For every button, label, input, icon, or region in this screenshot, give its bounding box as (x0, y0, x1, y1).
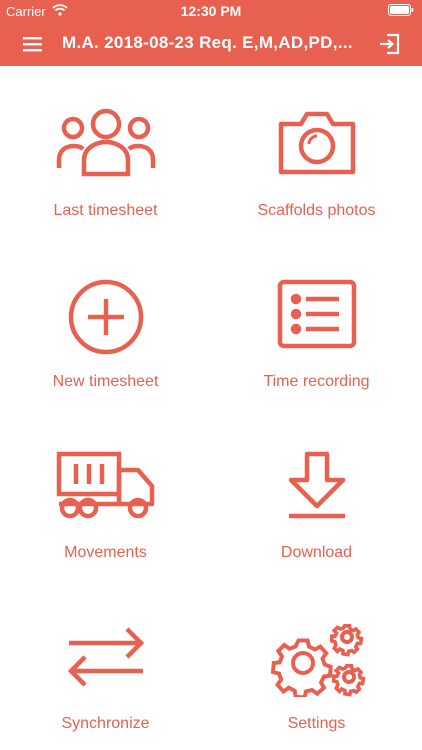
menu-label: Settings (287, 715, 346, 732)
menu-tile-last-timesheet[interactable]: Last timesheet (0, 66, 211, 237)
users-group-icon (56, 108, 156, 178)
menu-label: New timesheet (52, 373, 159, 390)
menu-label: Scaffolds photos (257, 202, 376, 219)
top-bar: Carrier 12:30 PM M.A. 2018-08-23 Req. E,… (0, 0, 422, 66)
page-title: M.A. 2018-08-23 Req. E,M,AD,PD,... (62, 33, 353, 52)
menu-tile-download[interactable]: Download (211, 408, 422, 579)
list-icon (277, 279, 357, 349)
menu-tile-synchronize[interactable]: Synchronize (0, 579, 211, 750)
menu-label: Time recording (263, 373, 370, 390)
camera-icon (277, 108, 357, 176)
navigation-bar: M.A. 2018-08-23 Req. E,M,AD,PD,... (0, 22, 422, 66)
logout-icon[interactable] (378, 33, 400, 55)
menu-tile-movements[interactable]: Movements (0, 408, 211, 579)
menu-tile-new-timesheet[interactable]: New timesheet (0, 237, 211, 408)
hamburger-menu-icon[interactable] (22, 34, 44, 54)
menu-label: Synchronize (61, 715, 150, 732)
gears-icon (267, 621, 367, 697)
status-bar: Carrier 12:30 PM (0, 0, 422, 22)
menu-tile-time-recording[interactable]: Time recording (211, 237, 422, 408)
plus-circle-icon (66, 279, 146, 355)
battery-icon (388, 4, 414, 16)
download-icon (285, 450, 349, 520)
menu-tile-scaffolds-photos[interactable]: Scaffolds photos (211, 66, 422, 237)
menu-label: Download (280, 544, 353, 561)
status-time: 12:30 PM (180, 3, 242, 19)
menu-label: Last timesheet (53, 202, 158, 219)
menu-label: Movements (64, 544, 147, 561)
menu-tile-settings[interactable]: Settings (211, 579, 422, 750)
truck-icon (56, 450, 156, 520)
sync-arrows-icon (65, 621, 147, 691)
